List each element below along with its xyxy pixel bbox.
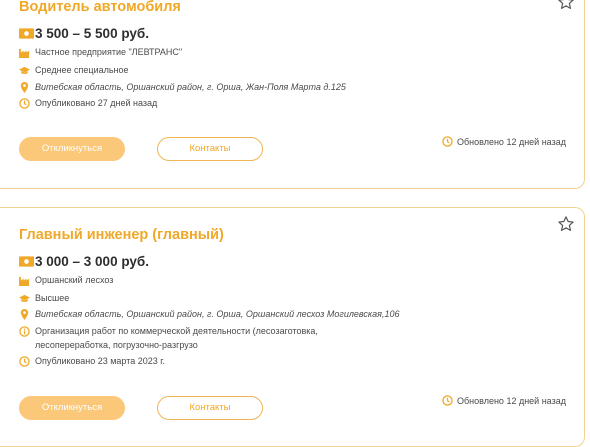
salary: 3 500 – 5 500 руб. bbox=[19, 26, 149, 41]
education-level: Среднее специальное bbox=[35, 65, 129, 75]
updated-info: Обновлено 12 дней назад bbox=[442, 133, 567, 151]
clock-icon bbox=[19, 97, 30, 109]
education-row: Среднее специальное bbox=[19, 63, 129, 77]
description-row: Организация работ по коммерческой деятел… bbox=[19, 324, 375, 352]
contacts-button[interactable]: Контакты bbox=[157, 396, 263, 420]
factory-icon bbox=[19, 48, 30, 58]
salary-text: 3 500 – 5 500 руб. bbox=[35, 26, 149, 41]
factory-icon bbox=[19, 276, 30, 286]
clock-icon bbox=[19, 355, 30, 367]
contacts-button[interactable]: Контакты bbox=[157, 137, 263, 161]
apply-button[interactable]: Откликнуться bbox=[19, 396, 125, 420]
apply-button[interactable]: Откликнуться bbox=[19, 137, 125, 161]
education-row: Высшее bbox=[19, 291, 69, 305]
salary: 3 000 – 3 000 руб. bbox=[19, 254, 149, 269]
info-icon bbox=[19, 325, 30, 337]
clock-icon bbox=[442, 136, 453, 147]
updated-info: Обновлено 12 дней назад bbox=[442, 392, 567, 410]
address-row: Витебская область, Оршанский район, г. О… bbox=[19, 80, 346, 94]
updated-text: Обновлено 12 дней назад bbox=[457, 396, 566, 406]
education-level: Высшее bbox=[35, 293, 70, 303]
graduation-cap-icon bbox=[19, 66, 30, 74]
published-row: Опубликовано 27 дней назад bbox=[19, 96, 157, 110]
description: Организация работ по коммерческой деятел… bbox=[35, 326, 318, 350]
vacancy-card: Главный инженер (главный) 3 000 – 3 000 … bbox=[0, 207, 585, 447]
published-date: Опубликовано 23 марта 2023 г. bbox=[35, 356, 165, 366]
favorite-star-icon[interactable] bbox=[557, 0, 575, 11]
employer-name: Оршанский лесхоз bbox=[35, 275, 114, 285]
employer-name: Частное предприятие "ЛЕВТРАНС" bbox=[35, 47, 183, 57]
address: Витебская область, Оршанский район, г. О… bbox=[35, 309, 400, 319]
favorite-star-icon[interactable] bbox=[557, 215, 575, 233]
updated-text: Обновлено 12 дней назад bbox=[457, 137, 566, 147]
clock-icon bbox=[442, 395, 453, 406]
published-row: Опубликовано 23 марта 2023 г. bbox=[19, 354, 165, 368]
published-date: Опубликовано 27 дней назад bbox=[35, 98, 158, 108]
salary-text: 3 000 – 3 000 руб. bbox=[35, 254, 149, 269]
vacancy-card: Водитель автомобиля 3 500 – 5 500 руб. Ч… bbox=[0, 0, 585, 189]
employer-row: Частное предприятие "ЛЕВТРАНС" bbox=[19, 45, 182, 59]
location-pin-icon bbox=[20, 308, 29, 320]
vacancy-title[interactable]: Главный инженер (главный) bbox=[19, 227, 224, 243]
location-pin-icon bbox=[20, 81, 29, 93]
graduation-cap-icon bbox=[19, 294, 30, 302]
vacancy-title[interactable]: Водитель автомобиля bbox=[19, 0, 181, 15]
address: Витебская область, Оршанский район, г. О… bbox=[35, 82, 346, 92]
money-icon bbox=[19, 28, 34, 39]
address-row: Витебская область, Оршанский район, г. О… bbox=[19, 307, 399, 321]
employer-row: Оршанский лесхоз bbox=[19, 273, 113, 287]
money-icon bbox=[19, 256, 34, 267]
